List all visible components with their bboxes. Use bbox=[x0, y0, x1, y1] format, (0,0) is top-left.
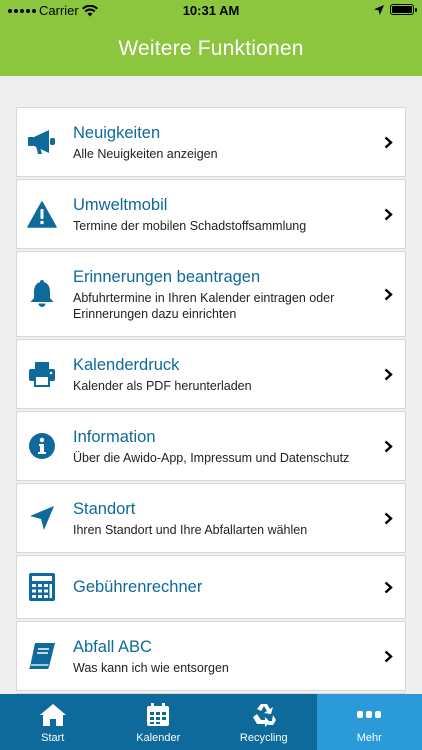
list-item-information[interactable]: Information Über die Awido-App, Impressu… bbox=[16, 411, 406, 481]
item-subtitle: Abfuhrtermine in Ihren Kalender eintrage… bbox=[73, 290, 335, 321]
printer-icon bbox=[26, 358, 58, 390]
chevron-right-icon bbox=[383, 367, 393, 381]
battery-icon bbox=[390, 4, 417, 15]
location-services-icon bbox=[374, 4, 384, 15]
chevron-right-icon bbox=[383, 649, 393, 663]
list-item-gebuehrenrechner[interactable]: Gebührenrechner bbox=[16, 555, 406, 619]
chevron-right-icon bbox=[383, 135, 393, 149]
tab-bar: Start Kalender Recycling Mehr bbox=[0, 694, 422, 750]
tab-kalender[interactable]: Kalender bbox=[106, 694, 212, 750]
item-subtitle: Alle Neuigkeiten anzeigen bbox=[73, 146, 218, 161]
item-subtitle: Kalender als PDF herunterladen bbox=[73, 378, 252, 393]
page-title: Weitere Funktionen bbox=[118, 37, 304, 60]
list-item-kalenderdruck[interactable]: Kalenderdruck Kalender als PDF herunterl… bbox=[16, 339, 406, 409]
chevron-right-icon bbox=[383, 287, 393, 301]
item-subtitle: Was kann ich wie entsorgen bbox=[73, 660, 229, 675]
item-title: Umweltmobil bbox=[73, 195, 168, 214]
chevron-right-icon bbox=[383, 580, 393, 594]
header-bar: Weitere Funktionen bbox=[0, 22, 422, 76]
chevron-right-icon bbox=[383, 207, 393, 221]
megaphone-icon bbox=[26, 126, 58, 158]
item-title: Kalenderdruck bbox=[73, 355, 180, 374]
list-item-neuigkeiten[interactable]: Neuigkeiten Alle Neuigkeiten anzeigen bbox=[16, 107, 406, 177]
info-icon bbox=[26, 430, 58, 462]
item-subtitle: Termine der mobilen Schadstoffsammlung bbox=[73, 218, 307, 233]
item-title: Abfall ABC bbox=[73, 637, 152, 656]
status-bar: Carrier 10:31 AM bbox=[0, 0, 422, 22]
warning-icon bbox=[26, 198, 58, 230]
list-item-abfall-abc[interactable]: Abfall ABC Was kann ich wie entsorgen bbox=[16, 621, 406, 691]
item-title: Standort bbox=[73, 499, 136, 518]
item-subtitle: Über die Awido-App, Impressum und Datens… bbox=[73, 450, 350, 465]
bell-icon bbox=[26, 278, 58, 310]
more-icon bbox=[357, 702, 382, 728]
list-item-erinnerungen[interactable]: Erinnerungen beantragen Abfuhrtermine in… bbox=[16, 251, 406, 337]
tab-label: Recycling bbox=[239, 732, 288, 744]
tab-recycling[interactable]: Recycling bbox=[211, 694, 317, 750]
clock: 10:31 AM bbox=[182, 3, 240, 18]
tab-label: Start bbox=[41, 732, 65, 744]
recycle-icon bbox=[251, 702, 277, 728]
list-item-umweltmobil[interactable]: Umweltmobil Termine der mobilen Schadsto… bbox=[16, 179, 406, 249]
tab-mehr[interactable]: Mehr bbox=[316, 694, 422, 750]
home-icon bbox=[39, 702, 67, 728]
list-item-standort[interactable]: Standort Ihren Standort und Ihre Abfalla… bbox=[16, 483, 406, 553]
book-icon bbox=[26, 640, 58, 672]
item-title: Gebührenrechner bbox=[73, 578, 203, 596]
tab-label: Mehr bbox=[356, 732, 382, 744]
tab-start[interactable]: Start bbox=[0, 694, 106, 750]
location-arrow-icon bbox=[26, 502, 58, 534]
item-subtitle: Ihren Standort und Ihre Abfallarten wähl… bbox=[73, 522, 308, 537]
chevron-right-icon bbox=[383, 511, 393, 525]
calculator-icon bbox=[26, 571, 58, 603]
item-title: Neuigkeiten bbox=[73, 123, 161, 142]
item-title: Erinnerungen beantragen bbox=[73, 267, 261, 286]
tab-label: Kalender bbox=[136, 732, 181, 744]
calendar-icon bbox=[146, 702, 170, 728]
function-list: Neuigkeiten Alle Neuigkeiten anzeigen Um… bbox=[16, 107, 406, 735]
item-title: Information bbox=[73, 427, 156, 446]
chevron-right-icon bbox=[383, 439, 393, 453]
